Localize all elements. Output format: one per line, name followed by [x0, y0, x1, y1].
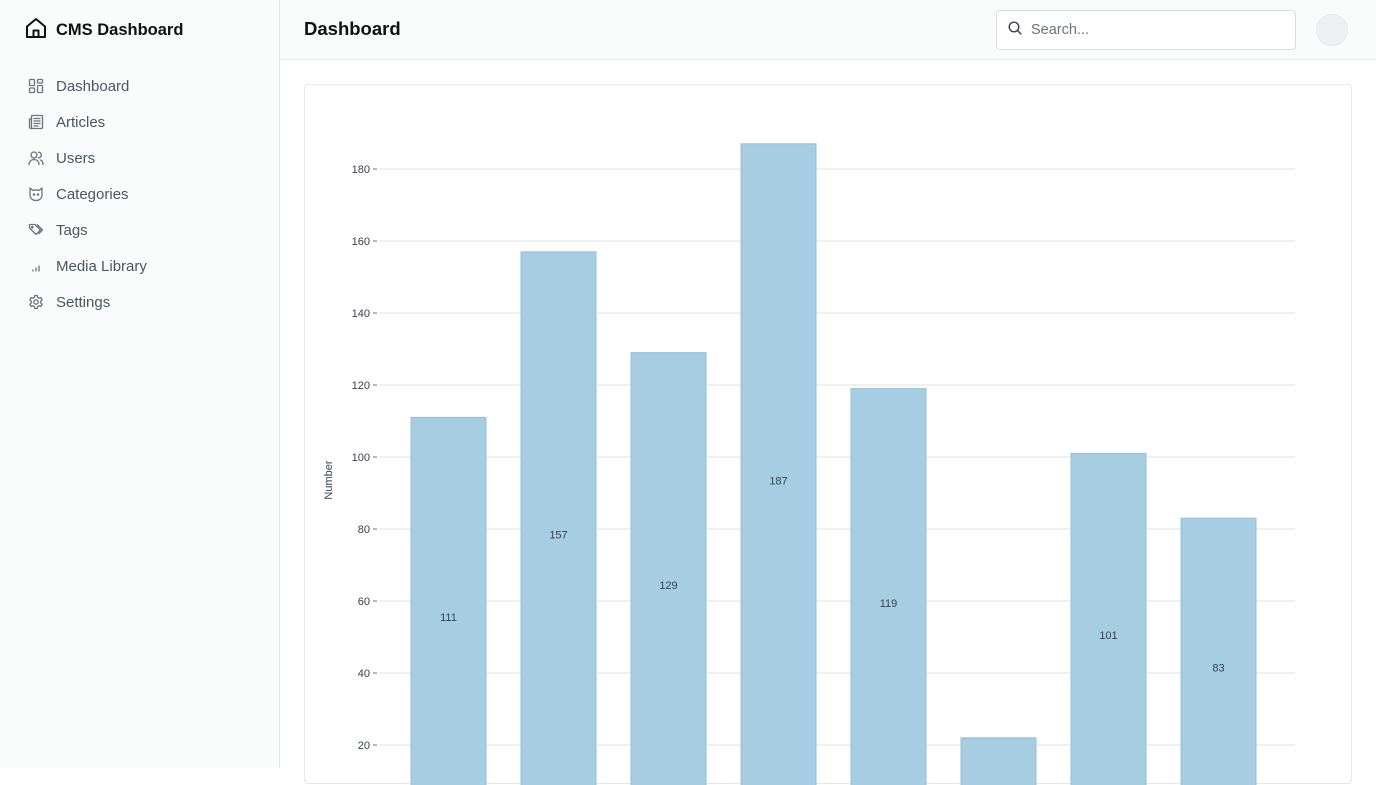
- y-tick-label: 160: [352, 236, 370, 248]
- sidebar-item-categories[interactable]: Categories: [24, 176, 256, 212]
- y-axis-label: Number: [323, 460, 335, 499]
- y-tick-label: 20: [358, 740, 370, 752]
- sidebar: CMS Dashboard Dashboard Articles Users C…: [0, 0, 280, 768]
- bar: [960, 737, 1037, 785]
- sidebar-item-articles[interactable]: Articles: [24, 104, 256, 140]
- y-tick-label: 140: [352, 308, 370, 320]
- sidebar-item-label: Users: [56, 149, 96, 167]
- bar-value-label: 129: [659, 580, 677, 592]
- sidebar-item-label: Categories: [56, 185, 129, 203]
- sidebar-item-label: Articles: [56, 113, 106, 131]
- bar-chart-icon: [28, 258, 44, 274]
- sidebar-item-media-library[interactable]: Media Library: [24, 248, 256, 284]
- newspaper-icon: [28, 114, 44, 130]
- dashboard-grid-icon: [28, 78, 44, 94]
- y-tick-label: 100: [352, 452, 370, 464]
- sidebar-item-users[interactable]: Users: [24, 140, 256, 176]
- sidebar-item-label: Settings: [56, 293, 111, 311]
- avatar[interactable]: [1316, 14, 1348, 46]
- bar-chart: 20 40 60 80 100 120 140 160 180 Number 111 157 129 18…: [323, 143, 1295, 785]
- y-tick-label: 80: [358, 524, 370, 536]
- sidebar-nav: Dashboard Articles Users Categories Tags…: [24, 68, 256, 320]
- bar-value-label: 119: [880, 598, 898, 610]
- y-tick-label: 40: [358, 668, 370, 680]
- brand-title: CMS Dashboard: [56, 20, 184, 39]
- home-icon: [24, 16, 48, 45]
- tags-icon: [28, 222, 44, 238]
- y-tick-label: 120: [352, 380, 370, 392]
- sidebar-item-label: Tags: [56, 221, 88, 239]
- bar: [410, 416, 487, 785]
- search-input[interactable]: [1031, 22, 1281, 38]
- bar: [630, 352, 707, 785]
- bar: [740, 143, 817, 785]
- search-icon: [997, 20, 1023, 41]
- cat-icon: [28, 186, 44, 202]
- bar-value-label: 111: [440, 612, 457, 624]
- bar-value-label: 157: [549, 529, 567, 541]
- users-icon: [28, 150, 44, 166]
- bar: [1070, 452, 1147, 785]
- page-title: Dashboard: [304, 18, 401, 39]
- search-box[interactable]: [996, 10, 1296, 50]
- bar-value-label: 187: [769, 475, 787, 487]
- bar: [520, 251, 597, 785]
- bar-value-label: 83: [1212, 663, 1224, 675]
- chart-card: 20 40 60 80 100 120 140 160 180 Number 111 157 129 18…: [304, 84, 1352, 785]
- sidebar-item-label: Media Library: [56, 257, 147, 275]
- y-tick-label: 60: [358, 596, 370, 608]
- bar-value-label: 101: [1099, 630, 1117, 642]
- gear-icon: [28, 294, 44, 310]
- top-bar: Dashboard: [280, 0, 1376, 60]
- y-tick-label: 180: [352, 164, 370, 176]
- sidebar-item-label: Dashboard: [56, 77, 130, 95]
- sidebar-item-dashboard[interactable]: Dashboard: [24, 68, 256, 104]
- bar: [1180, 517, 1257, 785]
- sidebar-item-settings[interactable]: Settings: [24, 284, 256, 320]
- brand[interactable]: CMS Dashboard: [24, 16, 184, 45]
- sidebar-item-tags[interactable]: Tags: [24, 212, 256, 248]
- bar: [850, 388, 927, 785]
